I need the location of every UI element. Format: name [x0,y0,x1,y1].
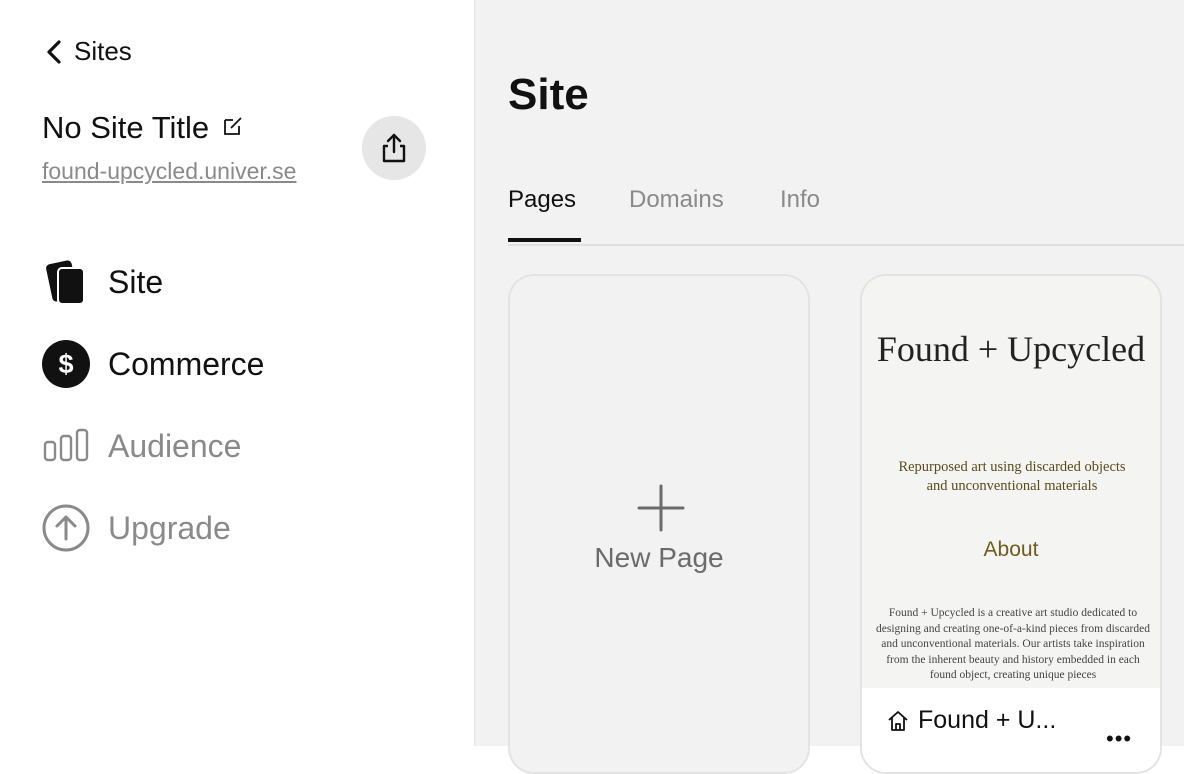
back-label: Sites [74,36,132,66]
nav-item-site[interactable]: Site [42,258,163,306]
page-card[interactable]: Found + Upcycled Repurposed art using di… [860,274,1162,774]
nav-label-commerce: Commerce [108,345,265,382]
svg-text:$: $ [58,349,73,379]
share-button[interactable] [362,116,426,180]
home-icon [888,710,908,731]
edit-title-icon[interactable] [221,110,245,146]
nav-item-commerce[interactable]: $ Commerce [42,340,264,388]
pages-icon [42,258,90,306]
arrow-up-circle-icon [42,504,90,552]
share-icon [382,133,406,163]
new-page-label: New Page [594,542,724,573]
page-name: Found + U... [918,706,1057,734]
more-options-button[interactable]: ••• [1106,726,1132,752]
nav-label-audience: Audience [108,427,242,464]
back-to-sites-link[interactable]: Sites [44,36,132,67]
bar-chart-icon [42,422,90,470]
page-name-row: Found + U... [886,706,1056,735]
dollar-icon: $ [42,340,90,388]
nav-label-site: Site [108,263,164,300]
sidebar: Sites No Site Title found-upcycled.unive… [0,0,475,746]
site-url-link[interactable]: found-upcycled.univer.se [42,158,296,185]
preview-body-text: Found + Upcycled is a creative art studi… [876,607,1150,681]
preview-about-heading: About [983,538,1039,561]
nav-label-upgrade: Upgrade [108,509,231,546]
page-card-footer: Found + U... ••• [862,688,1160,772]
site-title: No Site Title [42,110,210,145]
plus-icon [637,484,685,532]
tab-pages[interactable]: Pages [508,186,576,214]
tab-info[interactable]: Info [780,186,820,214]
active-tab-indicator [508,238,581,242]
main-panel: Site Pages Domains Info New Page Found +… [475,0,1184,774]
nav-item-upgrade[interactable]: Upgrade [42,504,231,552]
site-title-row: No Site Title [42,110,245,146]
tab-domains[interactable]: Domains [629,186,724,214]
new-page-card[interactable]: New Page [508,274,810,774]
page-title: Site [508,70,589,119]
chevron-left-icon [47,39,61,64]
preview-title: Found + Upcycled [876,329,1146,369]
tab-bar: Pages Domains Info [508,182,1184,246]
preview-subtitle: Repurposed art using discarded objects a… [898,459,1126,494]
nav-item-audience[interactable]: Audience [42,422,241,470]
